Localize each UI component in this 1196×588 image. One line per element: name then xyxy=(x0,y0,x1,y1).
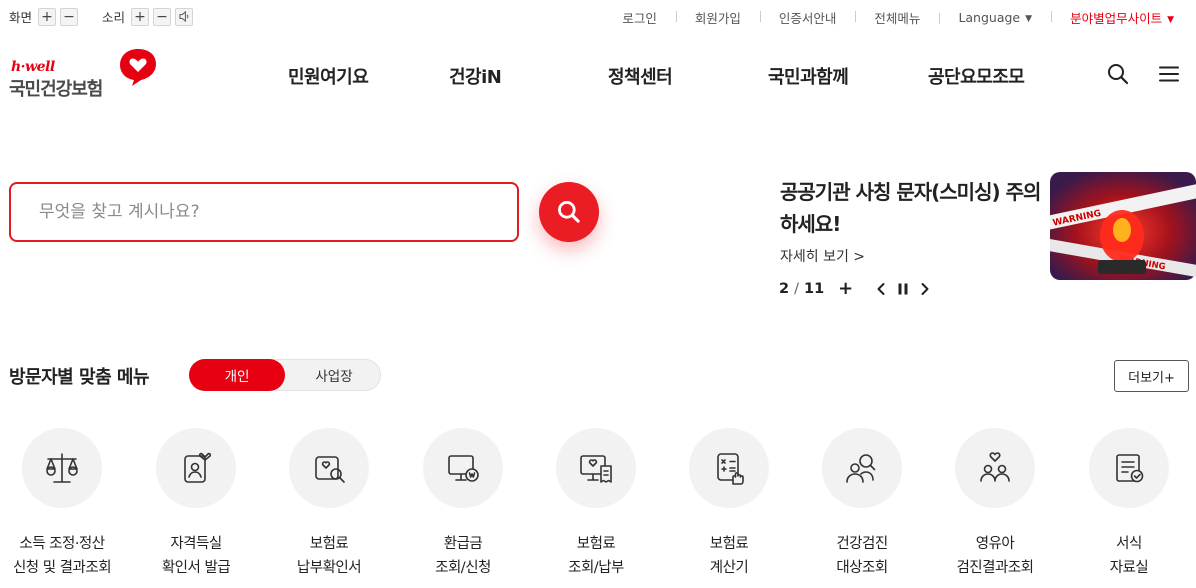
nav-health-in[interactable]: 건강iN xyxy=(449,63,502,89)
language-label: Language xyxy=(958,10,1021,25)
language-select[interactable]: Language ▼ xyxy=(939,10,1051,25)
zoom-in-button[interactable]: + xyxy=(38,7,57,26)
section-title: 방문자별 맞춤 메뉴 xyxy=(9,367,150,388)
service-qualification-certificate[interactable]: 자격득실 확인서 발급 xyxy=(131,428,261,580)
service-infant-checkup-result[interactable]: 영유아 검진결과조회 xyxy=(930,428,1060,580)
banner-plus-button[interactable]: + xyxy=(838,278,853,299)
sound-label: 소리 xyxy=(102,10,126,25)
service-icon-circle xyxy=(289,428,369,508)
banner-detail-link[interactable]: 자세히 보기 > xyxy=(780,246,865,266)
login-link[interactable]: 로그인 xyxy=(603,8,676,27)
service-refund-inquiry[interactable]: 환급금 조회/신청 xyxy=(398,428,528,580)
service-label-line2: 신청 및 결과조회 xyxy=(12,560,112,576)
tab-business[interactable]: 사업장 xyxy=(286,359,382,391)
service-icon-circle xyxy=(423,428,503,508)
service-icon-circle xyxy=(822,428,902,508)
calculator-icon xyxy=(717,453,744,485)
pause-icon[interactable] xyxy=(897,282,909,296)
service-label-line1: 보험료 xyxy=(309,536,349,552)
search-button[interactable] xyxy=(539,182,599,242)
service-forms-library[interactable]: 서식 자료실 xyxy=(1064,428,1194,580)
volume-down-button[interactable]: − xyxy=(153,7,172,26)
service-premium-payment-certificate[interactable]: 보험료 납부확인서 xyxy=(264,428,394,580)
service-premium-calculator[interactable]: 보험료 계산기 xyxy=(664,428,794,580)
service-income-adjustment[interactable]: 소득 조정·정산 신청 및 결과조회 xyxy=(0,428,127,580)
tab-personal[interactable]: 개인 xyxy=(189,359,285,391)
signup-link[interactable]: 회원가입 xyxy=(675,8,760,27)
service-label-line1: 자격득실 xyxy=(170,536,222,552)
banner-total-pages: 11 xyxy=(803,280,825,297)
service-label-line1: 소득 조정·정산 xyxy=(19,536,105,552)
all-menu-link[interactable]: 전체메뉴 xyxy=(855,8,939,27)
visitor-type-toggle: 개인 사업장 xyxy=(189,359,381,391)
service-label-line1: 보험료 xyxy=(576,536,616,552)
service-health-checkup-target[interactable]: 건강검진 대상조회 xyxy=(797,428,927,580)
service-label-line2: 검진결과조회 xyxy=(956,560,1034,576)
service-icon-circle xyxy=(22,428,102,508)
banner-pager: 2 / 11 + xyxy=(779,278,931,299)
service-icon-circle xyxy=(689,428,769,508)
service-label-line2: 조회/납부 xyxy=(568,560,624,576)
service-label-line2: 계산기 xyxy=(709,560,749,576)
sound-control: 소리 + − xyxy=(102,7,197,26)
form-check-icon xyxy=(1116,454,1144,483)
caret-down-icon: ▼ xyxy=(1167,15,1174,25)
caret-down-icon: ▼ xyxy=(1025,14,1033,24)
people-search-icon xyxy=(846,454,876,483)
search-icon[interactable] xyxy=(1106,62,1130,86)
siren-illustration: WARNING WARNING xyxy=(1050,172,1196,280)
service-premium-inquiry-payment[interactable]: 보험료 조회/납부 xyxy=(531,428,661,580)
chevron-right-icon[interactable] xyxy=(919,282,931,296)
zoom-out-button[interactable]: − xyxy=(60,7,79,26)
business-site-label: 분야별업무사이트 xyxy=(1070,11,1163,26)
service-icon-circle xyxy=(156,428,236,508)
search-icon xyxy=(558,201,580,223)
utility-bar: 화면 + − 소리 + − 로그인 회원가입 인증서안내 전체메뉴 Langua… xyxy=(0,0,1196,34)
family-heart-icon xyxy=(980,452,1010,482)
service-label-line1: 보험료 xyxy=(709,536,749,552)
certificate-guide-link[interactable]: 인증서안내 xyxy=(759,8,856,27)
speaker-button[interactable] xyxy=(175,7,194,26)
business-site-select[interactable]: 분야별업무사이트 ▼ xyxy=(1051,8,1196,27)
service-label-line2: 자료실 xyxy=(1109,560,1149,576)
service-label-line1: 환급금 xyxy=(443,536,483,552)
scale-icon xyxy=(46,453,78,483)
volume-up-button[interactable]: + xyxy=(131,7,150,26)
monitor-coin-icon xyxy=(448,455,479,482)
service-label-line2: 대상조회 xyxy=(836,560,888,576)
nav-civil-service[interactable]: 민원여기요 xyxy=(288,63,369,89)
search-input[interactable] xyxy=(11,184,517,240)
nav-about-corporation[interactable]: 공단요모조모 xyxy=(928,63,1025,89)
service-label-line2: 확인서 발급 xyxy=(161,560,231,576)
main-navigation: 민원여기요 건강iN 정책센터 국민과함께 공단요모조모 xyxy=(0,63,1196,89)
hamburger-menu-icon[interactable] xyxy=(1157,62,1181,86)
nav-policy-center[interactable]: 정책센터 xyxy=(608,63,673,89)
monitor-receipt-icon xyxy=(580,455,612,483)
banner-title[interactable]: 공공기관 사칭 문자(스미싱) 주의하세요! xyxy=(780,176,1045,240)
chevron-left-icon[interactable] xyxy=(875,282,887,296)
speaker-icon xyxy=(178,11,188,22)
service-label-line2: 납부확인서 xyxy=(296,560,362,576)
service-icon-circle xyxy=(556,428,636,508)
screen-zoom-control: 화면 + − xyxy=(9,7,82,26)
id-card-heart-icon xyxy=(184,452,212,483)
service-label-line1: 건강검진 xyxy=(836,536,888,552)
screen-zoom-label: 화면 xyxy=(9,10,33,25)
document-search-icon xyxy=(315,456,345,483)
service-icon-circle xyxy=(1089,428,1169,508)
service-icon-circle xyxy=(955,428,1035,508)
banner-page-separator: / xyxy=(794,280,799,297)
search-box xyxy=(9,182,519,242)
warning-siren-image[interactable]: WARNING WARNING xyxy=(1050,172,1196,280)
service-label-line1: 영유아 xyxy=(975,536,1015,552)
utility-links: 로그인 회원가입 인증서안내 전체메뉴 Language ▼ 분야별업무사이트 ▼ xyxy=(603,8,1196,27)
service-label-line2: 조회/신청 xyxy=(435,560,491,576)
banner-current-page: 2 xyxy=(779,280,790,297)
more-button[interactable]: 더보기+ xyxy=(1114,360,1189,392)
nav-with-citizens[interactable]: 국민과함께 xyxy=(768,63,849,89)
accessibility-controls: 화면 + − 소리 + − xyxy=(9,7,217,26)
service-label-line1: 서식 xyxy=(1116,536,1142,552)
